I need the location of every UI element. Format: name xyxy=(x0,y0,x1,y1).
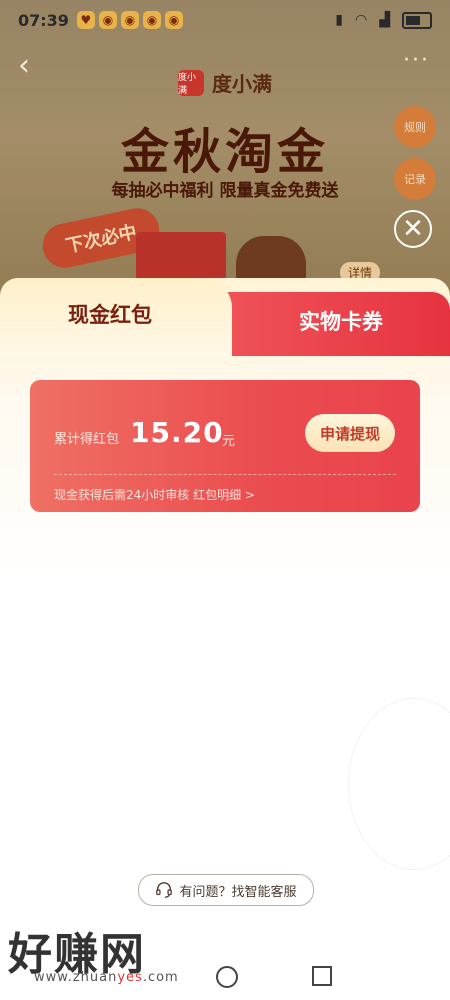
watermark-url-highlight: yes xyxy=(117,970,143,985)
promo-title: 金秋淘金 xyxy=(120,124,329,180)
cash-summary-card: 累计得红包 15.20 元 申请提现 现金获得后需24小时审核 红包明细 > xyxy=(30,380,420,512)
status-right-icons: ▮ ◠ ▟ xyxy=(335,11,432,29)
tab-physical-coupon[interactable]: 实物卡券 xyxy=(232,292,450,350)
support-label: 有问题？找智能客服 xyxy=(179,884,297,900)
rules-button[interactable]: 规则 xyxy=(394,106,436,148)
weibo-notification-icon: ◉ xyxy=(98,11,117,29)
brand-name: 度小满 xyxy=(212,72,272,96)
amount-unit: 元 xyxy=(222,434,236,449)
withdraw-button[interactable]: 申请提现 xyxy=(305,414,395,452)
signal-icon: ▟ xyxy=(379,12,390,28)
notification-icons: ♥ ◉ ◉ ◉ ◉ xyxy=(76,11,183,29)
reward-sheet: 现金红包 实物卡券 累计得红包 15.20 元 申请提现 现金获得后需24小时审… xyxy=(0,278,450,1000)
status-bar: 07:39 ♥ ◉ ◉ ◉ ◉ ▮ ◠ ▟ xyxy=(0,0,450,40)
smart-support-button[interactable]: 有问题？找智能客服 xyxy=(138,874,314,906)
records-button[interactable]: 记录 xyxy=(394,158,436,200)
watermark-url-suffix: .com xyxy=(142,970,179,985)
heart-notification-icon: ♥ xyxy=(76,11,95,29)
wifi-icon: ◠ xyxy=(355,12,368,28)
weibo-notification-icon: ◉ xyxy=(164,11,183,29)
accumulated-label: 累计得红包 xyxy=(54,432,120,447)
tab-bar: 现金红包 实物卡券 xyxy=(0,278,450,356)
battery-icon xyxy=(402,11,432,29)
watermark-url-prefix: www.zhuan xyxy=(34,970,118,985)
review-note-link[interactable]: 现金获得后需24小时审核 红包明细 > xyxy=(54,486,255,503)
brand-header: 度小满 度小满 xyxy=(0,68,450,97)
accumulated-amount: 15.20 xyxy=(130,416,224,449)
system-nav-bar: 好赚网 www.zhuanyes.com xyxy=(0,929,450,1000)
close-icon[interactable]: ✕ xyxy=(394,210,432,248)
weibo-notification-icon: ◉ xyxy=(120,11,139,29)
watermark-url: www.zhuanyes.com xyxy=(34,970,179,985)
weibo-notification-icon: ◉ xyxy=(142,11,161,29)
card-divider xyxy=(54,474,396,475)
vibrate-icon: ▮ xyxy=(335,12,343,28)
decorative-swirl xyxy=(348,698,450,870)
recents-square-icon[interactable] xyxy=(312,966,332,986)
brand-logo: 度小满 xyxy=(178,69,204,96)
promo-subtitle: 每抽必中福利 限量真金免费送 xyxy=(111,181,339,201)
headset-icon xyxy=(156,882,173,898)
home-circle-icon[interactable] xyxy=(216,966,238,988)
status-time: 07:39 xyxy=(18,10,69,30)
tab-cash-red-packet[interactable]: 现金红包 xyxy=(0,278,220,350)
